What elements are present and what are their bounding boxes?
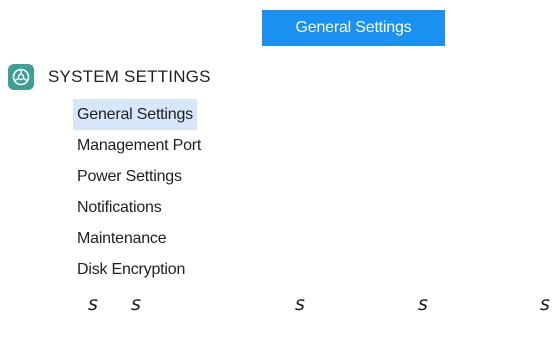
system-settings-header[interactable]: SYSTEM SETTINGS: [8, 63, 211, 91]
menu-item-general-settings[interactable]: General Settings: [73, 99, 197, 130]
menu-item-power-settings[interactable]: Power Settings: [73, 168, 186, 185]
footer-glyph: s: [131, 293, 141, 315]
footer-glyph: s: [295, 293, 305, 315]
current-page-badge: General Settings: [262, 10, 445, 46]
footer-glyph: s: [88, 293, 98, 315]
section-title: SYSTEM SETTINGS: [48, 67, 211, 86]
settings-gear-icon: [8, 64, 34, 90]
settings-menu: General Settings Management Port Power S…: [73, 99, 205, 285]
menu-item-management-port[interactable]: Management Port: [73, 137, 205, 154]
footer-glyph: s: [540, 293, 550, 315]
footer-glyph: s: [418, 293, 428, 315]
menu-item-maintenance[interactable]: Maintenance: [73, 230, 170, 247]
menu-item-disk-encryption[interactable]: Disk Encryption: [73, 261, 189, 278]
menu-item-notifications[interactable]: Notifications: [73, 199, 166, 216]
